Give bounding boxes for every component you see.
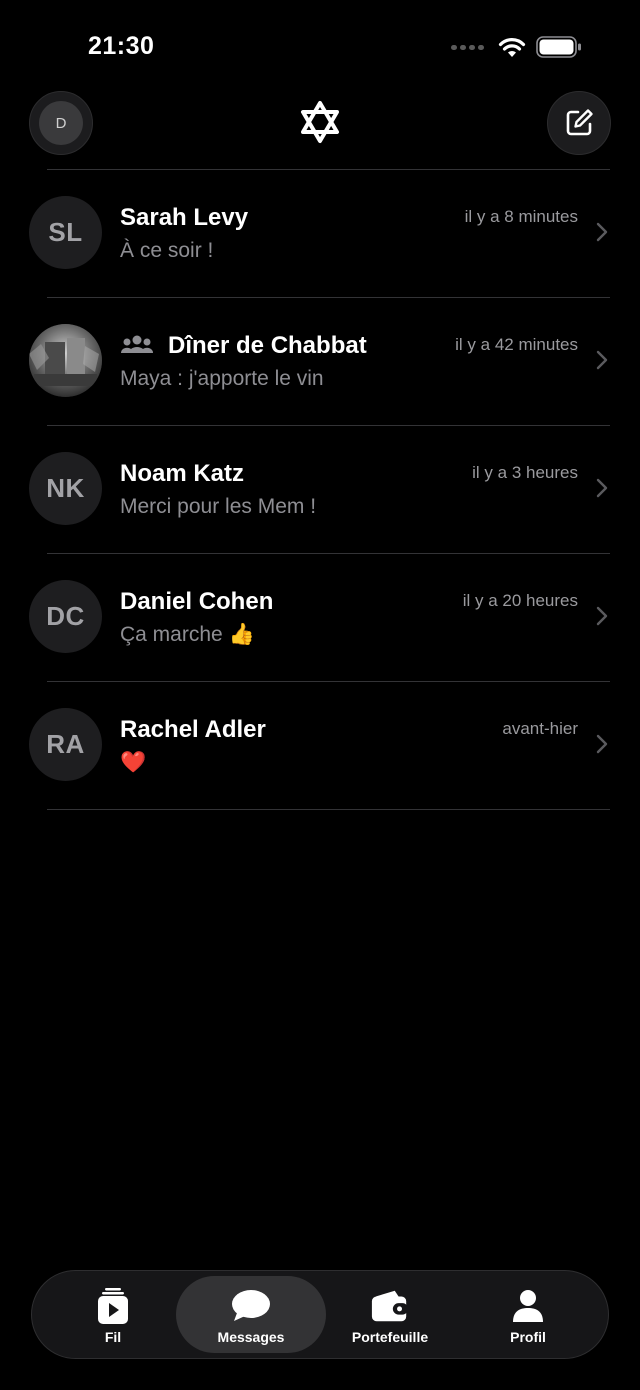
status-bar: 21:30 (0, 0, 640, 90)
conversation-time: il y a 3 heures (472, 463, 578, 482)
status-time: 21:30 (88, 32, 155, 60)
tab-bar: Fil Messages Portefeuille Profil (31, 1270, 609, 1359)
compose-button[interactable] (547, 91, 611, 155)
contact-avatar: DC (29, 580, 102, 653)
contact-avatar: RA (29, 708, 102, 781)
group-icon (120, 335, 154, 353)
conversation-name: Daniel Cohen (120, 588, 274, 615)
compose-icon (566, 109, 593, 136)
header: D (0, 90, 640, 160)
chevron-right-icon (596, 606, 608, 626)
profile-avatar-button[interactable]: D (29, 91, 93, 155)
conversation-preview: Maya : j'apporte le vin (120, 367, 324, 390)
contact-avatar: SL (29, 196, 102, 269)
chevron-right-icon (596, 222, 608, 242)
conversation-time: avant-hier (502, 719, 578, 738)
conversation-list: SL Sarah Levy il y a 8 minutes À ce soir… (0, 170, 640, 810)
cellular-signal-icon (451, 44, 484, 50)
chat-bubble-icon (231, 1286, 271, 1326)
battery-icon (536, 36, 581, 58)
conversation-name: Rachel Adler (120, 716, 266, 743)
chevron-right-icon (596, 350, 608, 370)
conversation-time: il y a 20 heures (462, 591, 578, 610)
tab-messages[interactable]: Messages (176, 1276, 326, 1353)
person-icon (508, 1286, 548, 1326)
conversation-row[interactable]: NK Noam Katz il y a 3 heures Merci pour … (0, 426, 640, 554)
conversation-preview: Ça marche 👍 (120, 623, 255, 646)
tab-label: Profil (510, 1329, 546, 1345)
conversation-time: il y a 42 minutes (455, 335, 578, 354)
conversation-row[interactable]: DC Daniel Cohen il y a 20 heures Ça marc… (0, 554, 640, 682)
chevron-right-icon (596, 734, 608, 754)
chevron-right-icon (596, 478, 608, 498)
tab-label: Fil (104, 1329, 122, 1345)
conversation-preview: À ce soir ! (120, 239, 214, 262)
contact-avatar: NK (29, 452, 102, 525)
star-of-david-icon (301, 101, 339, 143)
conversation-time: il y a 8 minutes (464, 207, 578, 226)
conversation-name: Sarah Levy (120, 204, 249, 231)
tab-feed[interactable]: Fil (38, 1276, 188, 1353)
conversation-name: Noam Katz (120, 460, 245, 487)
group-photo-avatar (29, 324, 102, 397)
tab-label: Messages (217, 1329, 285, 1345)
tab-label: Portefeuille (351, 1329, 429, 1345)
tab-wallet[interactable]: Portefeuille (315, 1276, 465, 1353)
conversation-preview: ❤️ (120, 751, 147, 774)
conversation-row[interactable]: RA Rachel Adler avant-hier ❤️ (0, 682, 640, 810)
conversation-name: Dîner de Chabbat (168, 332, 367, 359)
conversation-row[interactable]: Dîner de Chabbat il y a 42 minutes Maya … (0, 298, 640, 426)
row-divider (47, 809, 610, 810)
profile-avatar-initial: D (39, 101, 83, 145)
group-photo-image (29, 324, 102, 397)
wifi-icon (498, 38, 526, 57)
play-feed-icon (93, 1286, 133, 1326)
conversation-preview: Merci pour les Mem ! (120, 495, 317, 518)
tab-profile[interactable]: Profil (453, 1276, 603, 1353)
status-icons (451, 36, 582, 58)
conversation-row[interactable]: SL Sarah Levy il y a 8 minutes À ce soir… (0, 170, 640, 298)
wallet-icon (370, 1286, 410, 1326)
